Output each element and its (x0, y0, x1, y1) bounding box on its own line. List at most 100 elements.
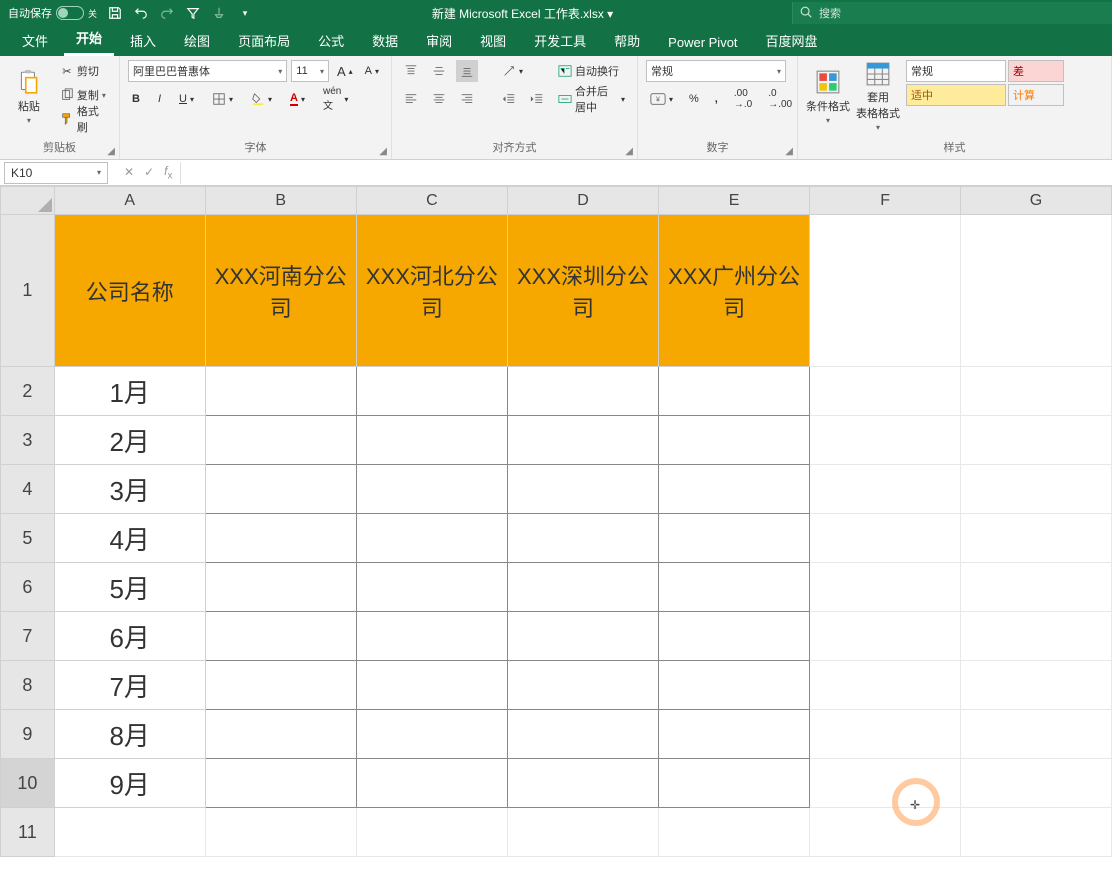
row-header-5[interactable]: 5 (1, 514, 55, 563)
align-center-button[interactable] (428, 88, 450, 110)
decrease-indent-button[interactable] (498, 88, 520, 110)
comma-button[interactable]: , (711, 88, 722, 110)
row-header-6[interactable]: 6 (1, 563, 55, 612)
cell-C6[interactable] (356, 563, 507, 612)
cell-G7[interactable] (961, 612, 1112, 661)
cell-F8[interactable] (810, 661, 961, 710)
tab-Power Pivot[interactable]: Power Pivot (656, 29, 749, 56)
orientation-button[interactable]: ▾ (498, 60, 527, 82)
accounting-format-button[interactable]: ¥▾ (646, 88, 677, 110)
style-calc[interactable]: 计算 (1008, 84, 1064, 106)
increase-indent-button[interactable] (526, 88, 548, 110)
row-header-7[interactable]: 7 (1, 612, 55, 661)
cell-A2[interactable]: 1月 (54, 367, 205, 416)
row-header-3[interactable]: 3 (1, 416, 55, 465)
cell-G2[interactable] (961, 367, 1112, 416)
tab-审阅[interactable]: 审阅 (414, 25, 464, 56)
cell-E3[interactable] (659, 416, 810, 465)
increase-decimal-button[interactable]: .00→.0 (730, 88, 756, 110)
dialog-launcher-icon[interactable]: ◢ (107, 146, 115, 157)
cell-C11[interactable] (356, 808, 507, 857)
cell-F2[interactable] (810, 367, 961, 416)
cell-C7[interactable] (356, 612, 507, 661)
number-format-select[interactable]: 常规▾ (646, 60, 786, 82)
fx-icon[interactable]: fx (164, 164, 172, 181)
cell-G6[interactable] (961, 563, 1112, 612)
style-normal[interactable]: 常规 (906, 60, 1006, 82)
col-header-C[interactable]: C (356, 187, 507, 215)
cell-A3[interactable]: 2月 (54, 416, 205, 465)
row-header-1[interactable]: 1 (1, 215, 55, 367)
filter-icon[interactable] (185, 5, 201, 21)
wrap-text-button[interactable]: 自动换行 (554, 60, 629, 82)
align-left-button[interactable] (400, 88, 422, 110)
cell-C4[interactable] (356, 465, 507, 514)
font-name-select[interactable]: 阿里巴巴普惠体▾ (128, 60, 287, 82)
cell-G5[interactable] (961, 514, 1112, 563)
tab-文件[interactable]: 文件 (10, 25, 60, 56)
touch-icon[interactable] (211, 5, 227, 21)
cell-E2[interactable] (659, 367, 810, 416)
percent-button[interactable]: % (685, 88, 703, 110)
col-header-F[interactable]: F (810, 187, 961, 215)
cell-B4[interactable] (205, 465, 356, 514)
cell-D3[interactable] (507, 416, 658, 465)
cell-E9[interactable] (659, 710, 810, 759)
col-header-B[interactable]: B (205, 187, 356, 215)
row-header-9[interactable]: 9 (1, 710, 55, 759)
cell-B7[interactable] (205, 612, 356, 661)
cell-A10[interactable]: 9月 (54, 759, 205, 808)
cell-B3[interactable] (205, 416, 356, 465)
cell-F11[interactable] (810, 808, 961, 857)
cell-D1[interactable]: XXX深圳分公司 (507, 215, 658, 367)
cell-E4[interactable] (659, 465, 810, 514)
cell-E8[interactable] (659, 661, 810, 710)
row-header-8[interactable]: 8 (1, 661, 55, 710)
dialog-launcher-icon[interactable]: ◢ (379, 146, 387, 157)
cell-A7[interactable]: 6月 (54, 612, 205, 661)
cell-E1[interactable]: XXX广州分公司 (659, 215, 810, 367)
formula-input[interactable] (180, 162, 1112, 184)
cell-E7[interactable] (659, 612, 810, 661)
row-header-10[interactable]: 10 (1, 759, 55, 808)
shrink-font-button[interactable]: A▾ (361, 60, 383, 82)
undo-icon[interactable] (133, 5, 149, 21)
cell-D9[interactable] (507, 710, 658, 759)
cell-C2[interactable] (356, 367, 507, 416)
tab-帮助[interactable]: 帮助 (602, 25, 652, 56)
cell-B5[interactable] (205, 514, 356, 563)
cell-E5[interactable] (659, 514, 810, 563)
cell-B2[interactable] (205, 367, 356, 416)
cancel-icon[interactable]: ✕ (124, 165, 134, 179)
tab-插入[interactable]: 插入 (118, 25, 168, 56)
grow-font-button[interactable]: A▴ (333, 60, 357, 82)
cell-F3[interactable] (810, 416, 961, 465)
tab-开发工具[interactable]: 开发工具 (522, 25, 598, 56)
border-button[interactable]: ▾ (208, 88, 237, 110)
cell-A11[interactable] (54, 808, 205, 857)
cell-A5[interactable]: 4月 (54, 514, 205, 563)
align-top-button[interactable] (400, 60, 422, 82)
tab-绘图[interactable]: 绘图 (172, 25, 222, 56)
cell-G11[interactable] (961, 808, 1112, 857)
qat-more-icon[interactable]: ▾ (237, 5, 253, 21)
cell-E6[interactable] (659, 563, 810, 612)
cell-G4[interactable] (961, 465, 1112, 514)
cell-D5[interactable] (507, 514, 658, 563)
cell-F9[interactable] (810, 710, 961, 759)
row-header-11[interactable]: 11 (1, 808, 55, 857)
align-bottom-button[interactable] (456, 60, 478, 82)
cell-D10[interactable] (507, 759, 658, 808)
enter-icon[interactable]: ✓ (144, 165, 154, 179)
cell-A9[interactable]: 8月 (54, 710, 205, 759)
autosave-toggle[interactable]: 自动保存 关 (8, 5, 97, 21)
cell-D7[interactable] (507, 612, 658, 661)
cell-C3[interactable] (356, 416, 507, 465)
cell-G10[interactable] (961, 759, 1112, 808)
cell-D6[interactable] (507, 563, 658, 612)
cell-F4[interactable] (810, 465, 961, 514)
tab-公式[interactable]: 公式 (306, 25, 356, 56)
italic-button[interactable]: I (154, 88, 165, 110)
format-painter-button[interactable]: 格式刷 (56, 108, 111, 130)
align-right-button[interactable] (456, 88, 478, 110)
